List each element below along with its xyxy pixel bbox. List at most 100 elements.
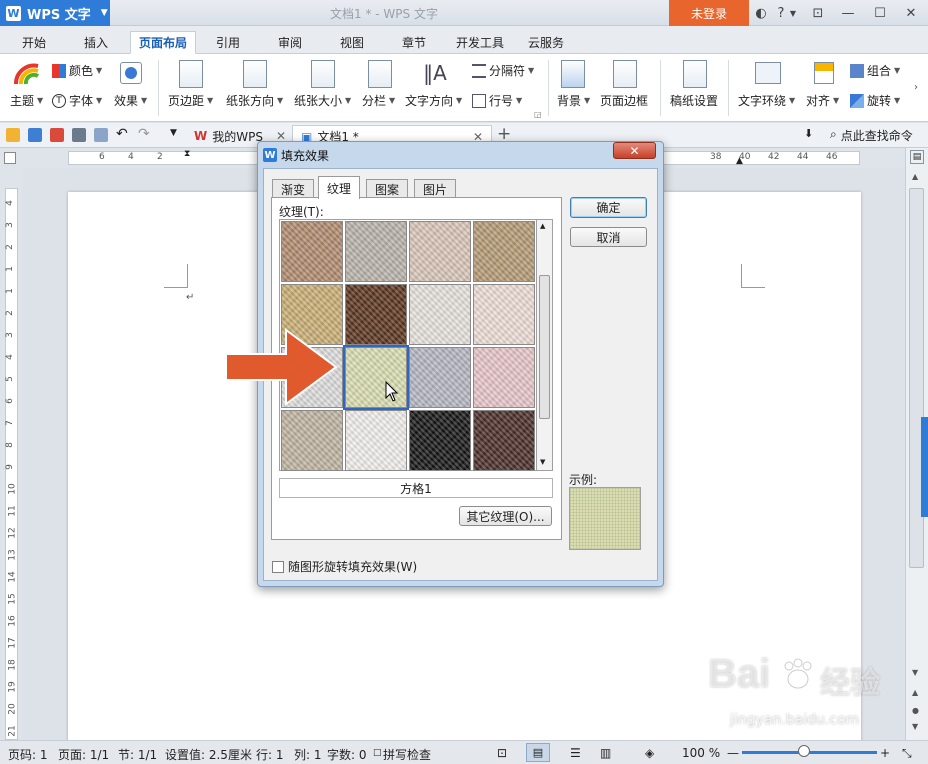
undo-icon[interactable]: ↶ [116, 126, 128, 142]
margins-icon[interactable] [179, 60, 203, 88]
paper-size-icon[interactable] [311, 60, 335, 88]
manuscript-icon[interactable] [683, 60, 707, 88]
texture-swatch-floral-brown[interactable] [473, 410, 535, 471]
columns-button[interactable]: 分栏 ▼ [362, 92, 395, 109]
print-preview-icon[interactable] [94, 128, 108, 142]
maximize-icon[interactable]: ☐ [870, 4, 890, 22]
texture-swatch-granite[interactable] [345, 221, 407, 282]
text-wrap-button[interactable]: 文字环绕 ▼ [738, 92, 795, 109]
status-words[interactable]: 字数: 0 [327, 746, 367, 763]
color-button[interactable]: 颜色 ▼ [52, 62, 102, 79]
texture-swatch-white-marble[interactable] [345, 410, 407, 471]
paper-size-button[interactable]: 纸张大小 ▼ [294, 92, 351, 109]
side-panel-toggle[interactable] [921, 417, 928, 517]
texture-swatch-pink-paper[interactable] [409, 221, 471, 282]
chevron-down-icon[interactable]: ▼ [788, 4, 798, 22]
effect-icon[interactable] [120, 62, 142, 84]
tab-insert[interactable]: 插入 [76, 31, 116, 54]
zoom-in-icon[interactable]: + [880, 746, 890, 760]
zoom-out-icon[interactable]: — [727, 746, 739, 760]
columns-icon[interactable] [368, 60, 392, 88]
text-direction-button[interactable]: 文字方向 ▼ [405, 92, 462, 109]
scroll-down-icon[interactable]: ▼ [540, 458, 545, 466]
rotate-checkbox[interactable] [272, 560, 284, 573]
tab-cloud[interactable]: 云服务 [520, 31, 572, 54]
app-menu-button[interactable]: W WPS 文字 ▼ [0, 0, 110, 26]
ruler-toggle-icon[interactable]: ▤ [910, 150, 924, 164]
tab-home[interactable]: 开始 [14, 31, 54, 54]
texture-swatch-black-speckle[interactable] [409, 410, 471, 471]
texture-swatch-denim[interactable] [409, 347, 471, 408]
eye-protect-icon[interactable]: ◈ [645, 746, 654, 760]
manuscript-button[interactable]: 稿纸设置 [670, 92, 718, 109]
tab-texture[interactable]: 纹理 [318, 176, 361, 199]
texture-grid-scrollbar[interactable]: ▲ ▼ [537, 219, 553, 471]
zoom-slider-knob[interactable] [798, 745, 811, 757]
margins-button[interactable]: 页边距 ▼ [168, 92, 213, 109]
focus-mode-icon[interactable]: ⊡ [497, 746, 507, 760]
font-button[interactable]: T 字体 ▼ [52, 92, 102, 109]
page-view-icon[interactable]: ▤ [526, 743, 550, 762]
login-button[interactable]: 未登录 [669, 0, 749, 26]
format-icon[interactable]: ⬇ [804, 127, 813, 140]
cancel-button[interactable]: 取消 [570, 227, 647, 247]
theme-button[interactable]: 主题 ▼ [10, 92, 43, 109]
tab-pattern[interactable]: 图案 [366, 179, 409, 198]
export-pdf-icon[interactable] [50, 128, 64, 142]
theme-icon[interactable] [13, 62, 40, 86]
checkbox-icon[interactable]: □ [373, 748, 382, 758]
texture-swatch-pink-tissue[interactable] [473, 347, 535, 408]
orientation-button[interactable]: 纸张方向 ▼ [226, 92, 283, 109]
dialog-close-button[interactable]: ✕ [613, 142, 656, 159]
tab-page-layout[interactable]: 页面布局 [130, 31, 197, 54]
print-icon[interactable] [72, 128, 86, 142]
zoom-level[interactable]: 100 % [682, 746, 720, 760]
texture-swatch-pink-wood[interactable] [473, 284, 535, 345]
tab-references[interactable]: 引用 [208, 31, 248, 54]
open-icon[interactable] [6, 128, 20, 142]
separator-button[interactable]: 分隔符 ▼ [472, 62, 534, 79]
text-direction-icon[interactable]: ‖A [422, 60, 448, 86]
redo-icon[interactable]: ↷ [138, 126, 150, 142]
scroll-thumb[interactable] [539, 275, 550, 419]
other-textures-button[interactable]: 其它纹理(O)... [459, 506, 552, 526]
status-spellcheck[interactable]: 拼写检查 [383, 746, 431, 763]
tab-stop-selector[interactable] [4, 152, 16, 164]
background-icon[interactable] [561, 60, 585, 88]
tab-view[interactable]: 视图 [332, 31, 372, 54]
web-view-icon[interactable]: ▥ [600, 746, 611, 760]
tab-review[interactable]: 审阅 [270, 31, 310, 54]
command-search[interactable]: ⌕ 点此查找命令 [830, 127, 913, 144]
group-button[interactable]: 组合 ▼ [850, 62, 900, 79]
texture-swatch-leopard[interactable] [345, 284, 407, 345]
rotate-with-shape-option[interactable]: 随图形旋转填充效果(W) [272, 558, 417, 575]
scroll-up-icon[interactable]: ▲ [540, 222, 545, 230]
texture-swatch-cork[interactable] [473, 221, 535, 282]
text-wrap-icon[interactable] [755, 62, 781, 84]
right-indent-icon[interactable]: ▲ [736, 156, 743, 166]
texture-swatch-newsprint[interactable] [409, 284, 471, 345]
rotate-button[interactable]: 旋转 ▼ [850, 92, 900, 109]
tab-chapter[interactable]: 章节 [394, 31, 434, 54]
fullscreen-icon[interactable]: ⤡ [902, 746, 912, 761]
page-border-button[interactable]: 页面边框 [600, 92, 648, 109]
orientation-icon[interactable] [243, 60, 267, 88]
texture-swatch-stationery[interactable] [281, 410, 343, 471]
dialog-launcher-icon[interactable]: ◲ [534, 110, 542, 119]
skin-icon[interactable]: ◐ [752, 4, 770, 22]
chevron-down-icon[interactable]: ▼ [170, 128, 177, 138]
align-button[interactable]: 对齐 ▼ [806, 92, 839, 109]
close-icon[interactable]: ✕ [901, 4, 921, 22]
tab-developer[interactable]: 开发工具 [448, 31, 512, 54]
vertical-ruler[interactable]: 4 3 2 1 1 2 3 4 5 6 7 8 9 10 11 12 13 14 15 16 17 18 19 20 21 [0, 168, 22, 740]
scroll-up-icon[interactable]: ▲ [912, 172, 918, 181]
tab-picture[interactable]: 图片 [414, 179, 457, 198]
minimize-icon[interactable]: — [838, 4, 858, 22]
align-icon[interactable] [814, 62, 834, 84]
effect-button[interactable]: 效果 ▼ [114, 92, 147, 109]
outline-view-icon[interactable]: ☰ [570, 746, 581, 760]
save-icon[interactable] [28, 128, 42, 142]
tab-gradient[interactable]: 渐变 [272, 179, 315, 198]
background-button[interactable]: 背景 ▼ [557, 92, 590, 109]
page-border-icon[interactable] [613, 60, 637, 88]
